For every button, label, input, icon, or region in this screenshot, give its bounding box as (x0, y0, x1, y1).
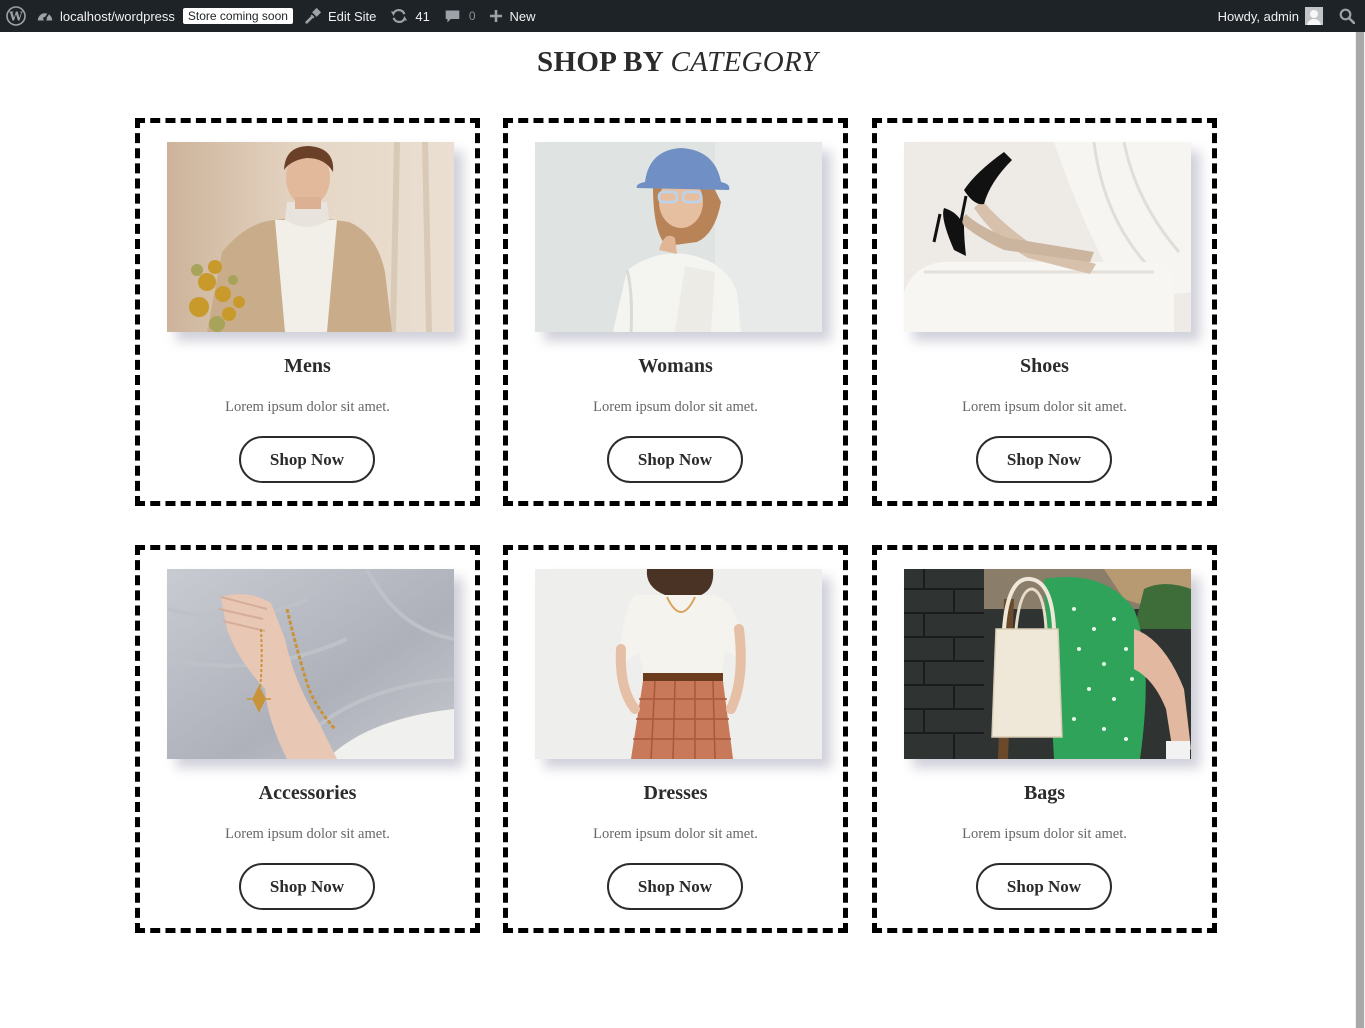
my-account-menu[interactable]: Howdy, admin (1211, 0, 1331, 32)
category-card-mens: Mens Lorem ipsum dolor sit amet. Shop No… (135, 118, 480, 506)
updates-link[interactable]: 41 (383, 0, 436, 32)
category-title: Womans (638, 355, 713, 377)
category-image-dresses[interactable] (535, 569, 822, 759)
scrollbar-thumb[interactable] (1356, 32, 1364, 1028)
section-title-main: SHOP BY (537, 46, 663, 78)
admin-bar: W localhost/wordpress Store coming soon … (0, 0, 1365, 32)
search-icon (1339, 8, 1355, 24)
updates-count: 41 (415, 8, 430, 24)
shop-now-button-mens[interactable]: Shop Now (239, 436, 375, 483)
site-name: localhost/wordpress (60, 8, 175, 24)
category-image-shoes[interactable] (904, 142, 1191, 332)
category-title: Bags (1023, 782, 1066, 804)
avatar (1305, 7, 1323, 25)
category-description: Lorem ipsum dolor sit amet. (225, 826, 390, 842)
new-label: New (509, 8, 536, 24)
comments-link[interactable]: 0 (437, 0, 483, 32)
wordpress-logo-menu[interactable]: W (0, 0, 32, 32)
section-title-emphasis: CATEGORY (670, 46, 818, 78)
section-title: SHOP BY CATEGORY (0, 46, 1355, 79)
shop-now-button-bags[interactable]: Shop Now (976, 863, 1112, 910)
category-title: Mens (284, 355, 331, 377)
admin-search-toggle[interactable] (1331, 0, 1365, 32)
shop-now-button-accessories[interactable]: Shop Now (239, 863, 375, 910)
category-description: Lorem ipsum dolor sit amet. (593, 399, 758, 415)
category-title: Shoes (1020, 355, 1069, 377)
category-card-womans: Womans Lorem ipsum dolor sit amet. Shop … (503, 118, 848, 506)
shop-now-button-womans[interactable]: Shop Now (607, 436, 743, 483)
admin-bar-secondary: Howdy, admin (1211, 0, 1365, 32)
shop-now-button-shoes[interactable]: Shop Now (976, 436, 1112, 483)
category-description: Lorem ipsum dolor sit amet. (962, 826, 1127, 842)
comment-bubble-icon (445, 10, 460, 22)
comments-count: 0 (468, 9, 476, 23)
wordpress-logo-icon: W (6, 6, 26, 26)
site-name-menu[interactable]: localhost/wordpress (32, 0, 182, 32)
shop-now-button-dresses[interactable]: Shop Now (607, 863, 743, 910)
page-scrollbar[interactable] (1355, 32, 1365, 1028)
category-card-shoes: Shoes Lorem ipsum dolor sit amet. Shop N… (872, 118, 1217, 506)
category-description: Lorem ipsum dolor sit amet. (593, 826, 758, 842)
refresh-icon (391, 9, 408, 23)
brush-icon (305, 7, 322, 24)
category-card-accessories: Accessories Lorem ipsum dolor sit amet. … (135, 545, 480, 933)
category-title: Accessories (258, 782, 357, 804)
category-image-womans[interactable] (535, 142, 822, 332)
svg-text:W: W (8, 10, 23, 24)
category-image-bags[interactable] (904, 569, 1191, 759)
category-description: Lorem ipsum dolor sit amet. (225, 399, 390, 415)
category-title: Dresses (643, 782, 708, 804)
new-content-menu[interactable]: New (483, 0, 543, 32)
category-card-bags: Bags Lorem ipsum dolor sit amet. Shop No… (872, 545, 1217, 933)
edit-site-label: Edit Site (327, 8, 377, 24)
category-card-dresses: Dresses Lorem ipsum dolor sit amet. Shop… (503, 545, 848, 933)
plus-icon (489, 10, 502, 22)
edit-site-link[interactable]: Edit Site (297, 0, 383, 32)
store-coming-soon-badge[interactable]: Store coming soon (182, 8, 293, 24)
dashboard-gauge-icon (37, 12, 53, 21)
category-image-mens[interactable] (167, 142, 454, 332)
howdy-label: Howdy, admin (1217, 8, 1299, 24)
category-image-accessories[interactable] (167, 569, 454, 759)
category-description: Lorem ipsum dolor sit amet. (962, 399, 1127, 415)
